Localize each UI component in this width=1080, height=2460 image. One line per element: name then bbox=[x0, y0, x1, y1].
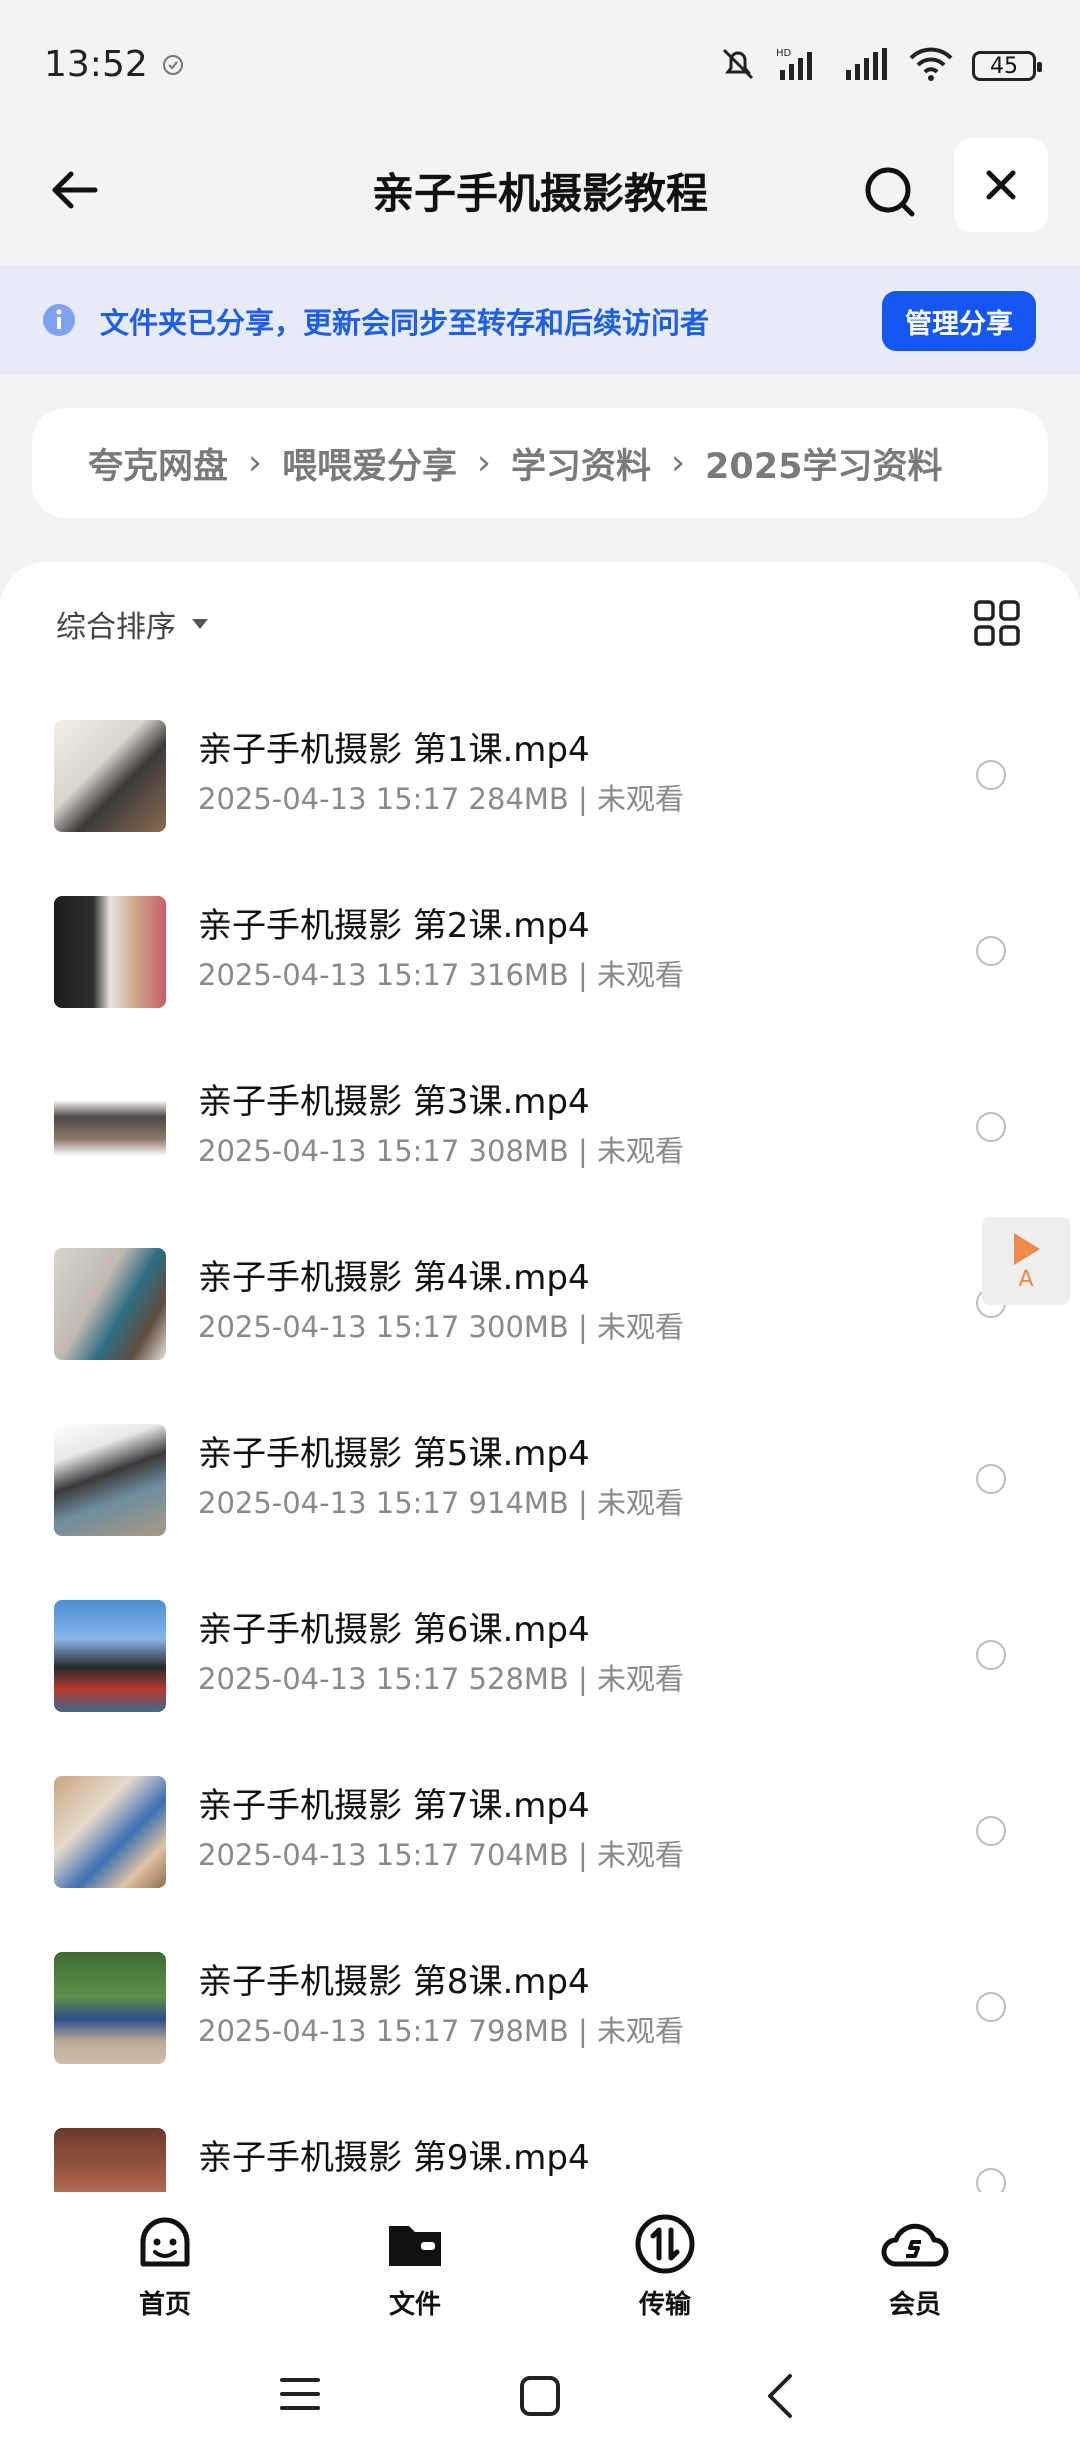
video-thumbnail bbox=[54, 1424, 166, 1536]
status-time: 13:52 bbox=[44, 44, 148, 85]
signal-hd-icon: HD bbox=[776, 46, 826, 86]
wifi-icon bbox=[908, 46, 954, 86]
smiley-icon bbox=[140, 2217, 190, 2267]
home-icon[interactable] bbox=[518, 2374, 562, 2418]
chevron-right-icon: › bbox=[671, 443, 686, 483]
tab-home[interactable]: 首页 bbox=[85, 2212, 245, 2322]
file-name: 亲子手机摄影 第2课.mp4 bbox=[198, 906, 590, 946]
breadcrumb-item[interactable]: 喂喂爱分享 bbox=[282, 438, 457, 489]
sort-dropdown[interactable]: 综合排序 bbox=[56, 602, 210, 646]
floating-play-label: A bbox=[1018, 1267, 1034, 1292]
tab-label: 会员 bbox=[888, 2290, 941, 2320]
manage-share-button[interactable]: 管理分享 bbox=[882, 291, 1036, 351]
file-meta: 2025-04-13 15:17 316MB | 未观看 bbox=[198, 958, 685, 992]
video-thumbnail bbox=[54, 896, 166, 1008]
menu-icon[interactable] bbox=[278, 2374, 322, 2414]
file-name: 亲子手机摄影 第4课.mp4 bbox=[198, 1258, 590, 1298]
list-item[interactable]: 亲子手机摄影 第6课.mp4 2025-04-13 15:17 528MB | … bbox=[0, 1572, 1080, 1748]
file-meta: 2025-04-13 15:17 528MB | 未观看 bbox=[198, 1662, 685, 1696]
list-item[interactable]: 亲子手机摄影 第9课.mp4 bbox=[0, 2100, 1080, 2192]
video-thumbnail bbox=[54, 1952, 166, 2064]
file-name: 亲子手机摄影 第7课.mp4 bbox=[198, 1786, 590, 1826]
search-button[interactable] bbox=[850, 152, 930, 232]
system-navigation-bar bbox=[0, 2332, 1080, 2460]
chevron-right-icon: › bbox=[248, 443, 263, 483]
floating-play-button[interactable]: A bbox=[982, 1217, 1070, 1305]
list-item[interactable]: 亲子手机摄影 第3课.mp4 2025-04-13 15:17 308MB | … bbox=[0, 1044, 1080, 1220]
file-name: 亲子手机摄影 第9课.mp4 bbox=[198, 2138, 590, 2178]
tab-label: 文件 bbox=[388, 2290, 441, 2320]
file-name: 亲子手机摄影 第1课.mp4 bbox=[198, 730, 590, 770]
list-item[interactable]: 亲子手机摄影 第8课.mp4 2025-04-13 15:17 798MB | … bbox=[0, 1924, 1080, 2100]
battery-level: 45 bbox=[990, 53, 1018, 79]
file-meta: 2025-04-13 15:17 284MB | 未观看 bbox=[198, 782, 685, 816]
breadcrumb: 夸克网盘 › 喂喂爱分享 › 学习资料 › 2025学习资料 bbox=[32, 408, 1048, 518]
notification-icon bbox=[160, 52, 186, 82]
video-thumbnail bbox=[54, 1248, 166, 1360]
video-thumbnail bbox=[54, 1072, 166, 1184]
share-banner: 文件夹已分享，更新会同步至转存和后续访问者 管理分享 bbox=[0, 265, 1080, 375]
select-radio[interactable] bbox=[976, 1816, 1006, 1846]
cloud-s-icon bbox=[881, 2223, 949, 2267]
caret-down-icon bbox=[192, 619, 208, 629]
mute-icon bbox=[718, 44, 758, 88]
file-name: 亲子手机摄影 第8课.mp4 bbox=[198, 1962, 590, 2002]
header-bar: 亲子手机摄影教程 bbox=[0, 130, 1080, 265]
file-name: 亲子手机摄影 第3课.mp4 bbox=[198, 1082, 590, 1122]
info-icon bbox=[42, 303, 76, 341]
list-item[interactable]: 亲子手机摄影 第5课.mp4 2025-04-13 15:17 914MB | … bbox=[0, 1396, 1080, 1572]
folder-icon bbox=[389, 2226, 441, 2266]
video-thumbnail bbox=[54, 1776, 166, 1888]
select-radio[interactable] bbox=[976, 760, 1006, 790]
select-radio[interactable] bbox=[976, 1112, 1006, 1142]
breadcrumb-item[interactable]: 学习资料 bbox=[511, 438, 651, 489]
close-icon bbox=[986, 170, 1016, 200]
tab-label: 传输 bbox=[638, 2290, 691, 2320]
video-thumbnail bbox=[54, 720, 166, 832]
select-radio[interactable] bbox=[976, 1640, 1006, 1670]
file-meta: 2025-04-13 15:17 308MB | 未观看 bbox=[198, 1134, 685, 1168]
file-name: 亲子手机摄影 第5课.mp4 bbox=[198, 1434, 590, 1474]
file-meta: 2025-04-13 15:17 798MB | 未观看 bbox=[198, 2014, 685, 2048]
transfer-icon bbox=[635, 2214, 695, 2274]
file-meta: 2025-04-13 15:17 300MB | 未观看 bbox=[198, 1310, 685, 1344]
list-item[interactable]: 亲子手机摄影 第1课.mp4 2025-04-13 15:17 284MB | … bbox=[0, 692, 1080, 868]
svg-text:HD: HD bbox=[776, 48, 792, 59]
list-item[interactable]: 亲子手机摄影 第7课.mp4 2025-04-13 15:17 704MB | … bbox=[0, 1748, 1080, 1924]
file-meta: 2025-04-13 15:17 914MB | 未观看 bbox=[198, 1486, 685, 1520]
select-radio[interactable] bbox=[976, 1992, 1006, 2022]
grid-icon bbox=[974, 600, 1020, 646]
select-radio[interactable] bbox=[976, 1464, 1006, 1494]
select-radio[interactable] bbox=[976, 2168, 1006, 2192]
share-message: 文件夹已分享，更新会同步至转存和后续访问者 bbox=[100, 306, 710, 340]
list-item[interactable]: 亲子手机摄影 第2课.mp4 2025-04-13 15:17 316MB | … bbox=[0, 868, 1080, 1044]
battery-indicator: 45 bbox=[972, 51, 1042, 81]
search-icon bbox=[865, 167, 915, 217]
video-thumbnail bbox=[54, 1600, 166, 1712]
chevron-right-icon: › bbox=[477, 443, 492, 483]
list-item[interactable]: 亲子手机摄影 第4课.mp4 2025-04-13 15:17 300MB | … bbox=[0, 1220, 1080, 1396]
select-radio[interactable] bbox=[976, 936, 1006, 966]
tab-transfer[interactable]: 传输 bbox=[585, 2212, 745, 2322]
tab-label: 首页 bbox=[138, 2290, 191, 2320]
file-name: 亲子手机摄影 第6课.mp4 bbox=[198, 1610, 590, 1650]
video-thumbnail bbox=[54, 2128, 166, 2192]
file-meta: 2025-04-13 15:17 704MB | 未观看 bbox=[198, 1838, 685, 1872]
bottom-tab-bar: 首页 文件 传输 会员 bbox=[0, 2192, 1080, 2332]
breadcrumb-item[interactable]: 2025学习资料 bbox=[705, 438, 942, 489]
grid-view-button[interactable] bbox=[972, 598, 1022, 648]
file-panel: 综合排序 亲子手机摄影 第1课.mp4 2025-04-13 15:17 284… bbox=[0, 562, 1080, 2192]
close-button[interactable] bbox=[954, 138, 1048, 232]
tab-files[interactable]: 文件 bbox=[335, 2212, 495, 2322]
back-icon[interactable] bbox=[760, 2372, 800, 2420]
tab-vip[interactable]: 会员 bbox=[835, 2212, 995, 2322]
breadcrumb-item[interactable]: 夸克网盘 bbox=[88, 438, 228, 489]
signal-icon bbox=[844, 46, 890, 86]
sort-label: 综合排序 bbox=[56, 610, 176, 645]
status-bar: 13:52 HD 45 bbox=[0, 0, 1080, 130]
